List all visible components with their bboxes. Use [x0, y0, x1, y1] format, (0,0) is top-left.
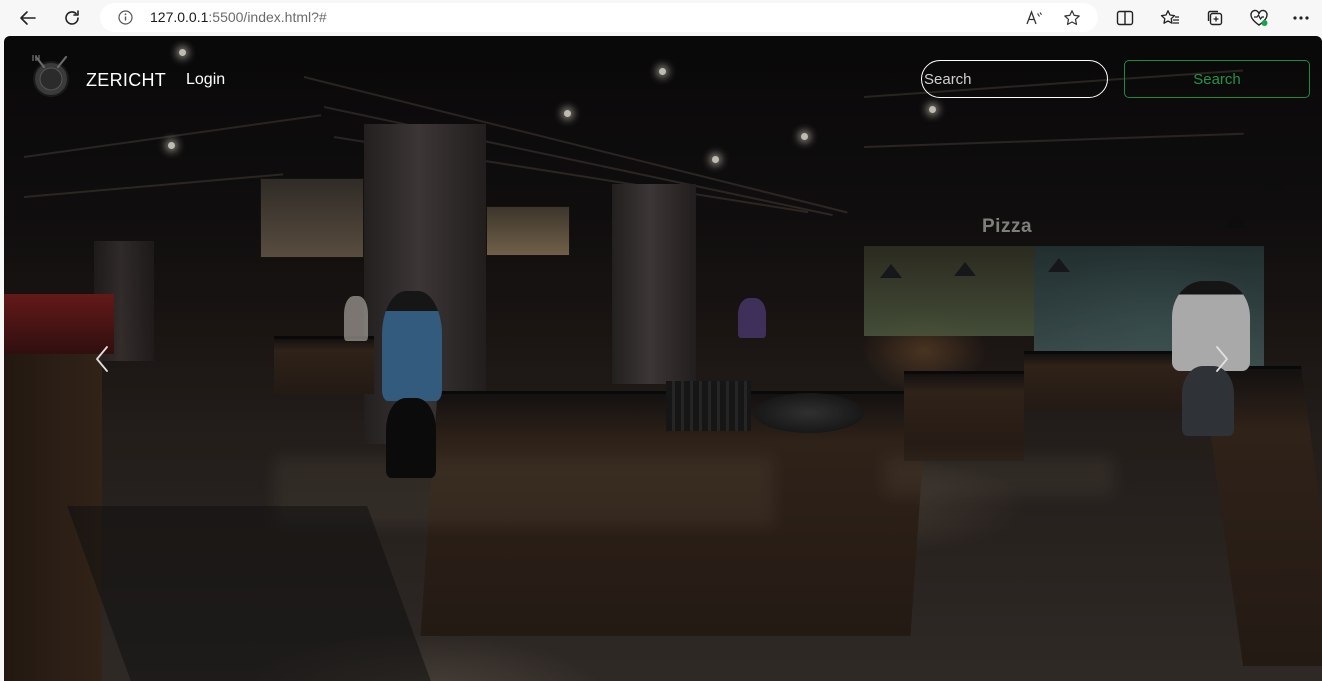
search-button[interactable]: Search [1124, 60, 1310, 98]
favorites-icon[interactable] [1158, 6, 1182, 30]
star-icon[interactable] [1062, 8, 1082, 28]
browser-toolbar: 127.0.0.1:5500/index.html?# [0, 0, 1322, 36]
info-icon[interactable] [118, 10, 133, 25]
brand-name[interactable]: ZERICHT [86, 70, 166, 91]
browser-essentials-icon[interactable] [1247, 6, 1271, 30]
chevron-left-icon[interactable] [90, 341, 114, 377]
chevron-right-icon[interactable] [1210, 341, 1234, 377]
more-icon[interactable] [1289, 6, 1313, 30]
brand-logo[interactable] [30, 53, 72, 99]
search-input[interactable] [921, 60, 1108, 98]
refresh-icon[interactable] [60, 6, 84, 30]
split-screen-icon[interactable] [1113, 6, 1137, 30]
page-viewport: Pizza ZERICHT Login Search Search [4, 36, 1322, 681]
url-path: :5500/index.html?# [208, 9, 327, 25]
url-text[interactable]: 127.0.0.1:5500/index.html?# [150, 9, 327, 25]
read-aloud-icon[interactable] [1024, 8, 1044, 28]
address-bar[interactable]: 127.0.0.1:5500/index.html?# [100, 3, 1098, 32]
collections-icon[interactable] [1203, 6, 1227, 30]
back-arrow-icon[interactable] [16, 6, 40, 30]
login-link[interactable]: Login [186, 71, 225, 89]
hero-overlay [4, 36, 1322, 681]
url-host: 127.0.0.1 [150, 9, 209, 25]
